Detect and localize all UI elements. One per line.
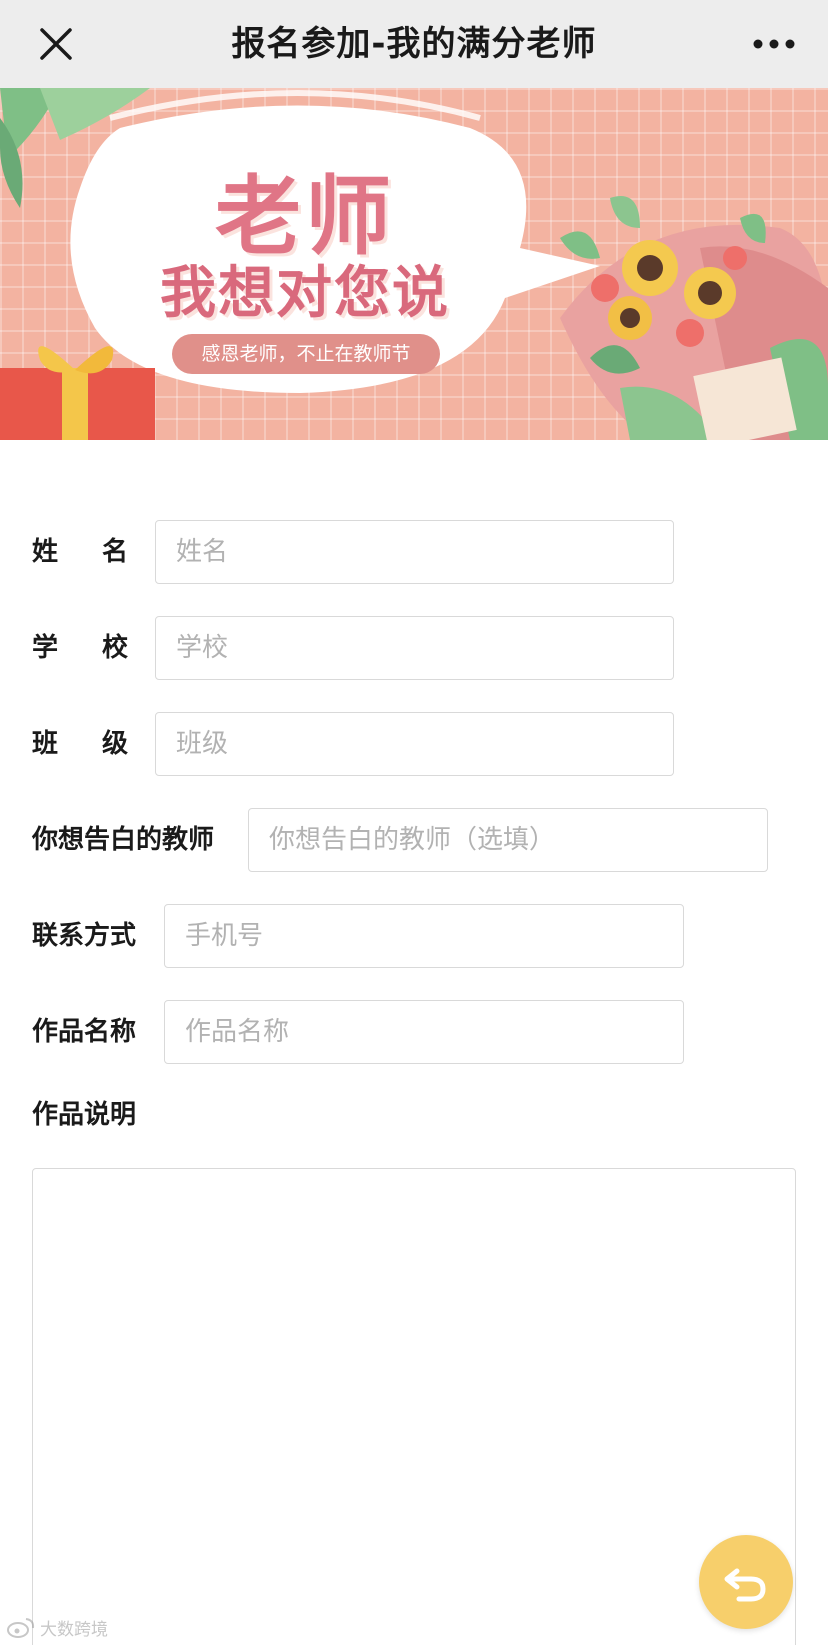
banner-tagline: 感恩老师，不止在教师节 <box>172 334 440 374</box>
work-name-input[interactable] <box>164 1000 684 1064</box>
school-label: 学校 <box>32 633 173 663</box>
watermark-text: 大数跨境 <box>40 1620 108 1640</box>
back-button[interactable] <box>699 1535 793 1629</box>
more-dots-icon[interactable] <box>746 18 802 70</box>
banner-subtitle: 我想对您说 <box>160 261 450 326</box>
work-desc-label: 作品说明 <box>32 1100 137 1130</box>
back-arrow-icon <box>724 1568 766 1602</box>
nav-bar: 报名参加-我的满分老师 <box>0 0 828 88</box>
form-row-contact: 联系方式 <box>0 904 828 968</box>
banner: 老师 我想对您说 感恩老师，不止在教师节 <box>0 88 828 440</box>
page-title: 报名参加-我的满分老师 <box>231 24 597 64</box>
work-name-label: 作品名称 <box>32 1017 137 1047</box>
phone-input[interactable] <box>164 904 684 968</box>
form-row-class: 班级 <box>0 712 828 776</box>
form-row-name: 姓名 <box>0 520 828 584</box>
teacher-input[interactable] <box>248 808 768 872</box>
class-label: 班级 <box>32 729 173 759</box>
weibo-icon <box>7 1618 35 1638</box>
work-desc-textarea[interactable] <box>32 1168 796 1645</box>
school-input[interactable] <box>155 616 674 680</box>
name-label: 姓名 <box>32 537 173 567</box>
form-row-teacher: 你想告白的教师 <box>0 808 828 872</box>
form-row-school: 学校 <box>0 616 828 680</box>
contact-label: 联系方式 <box>32 921 137 951</box>
close-icon[interactable] <box>30 18 82 70</box>
class-input[interactable] <box>155 712 674 776</box>
name-input[interactable] <box>155 520 674 584</box>
form-row-work-name: 作品名称 <box>0 1000 828 1064</box>
teacher-label: 你想告白的教师 <box>32 825 215 855</box>
